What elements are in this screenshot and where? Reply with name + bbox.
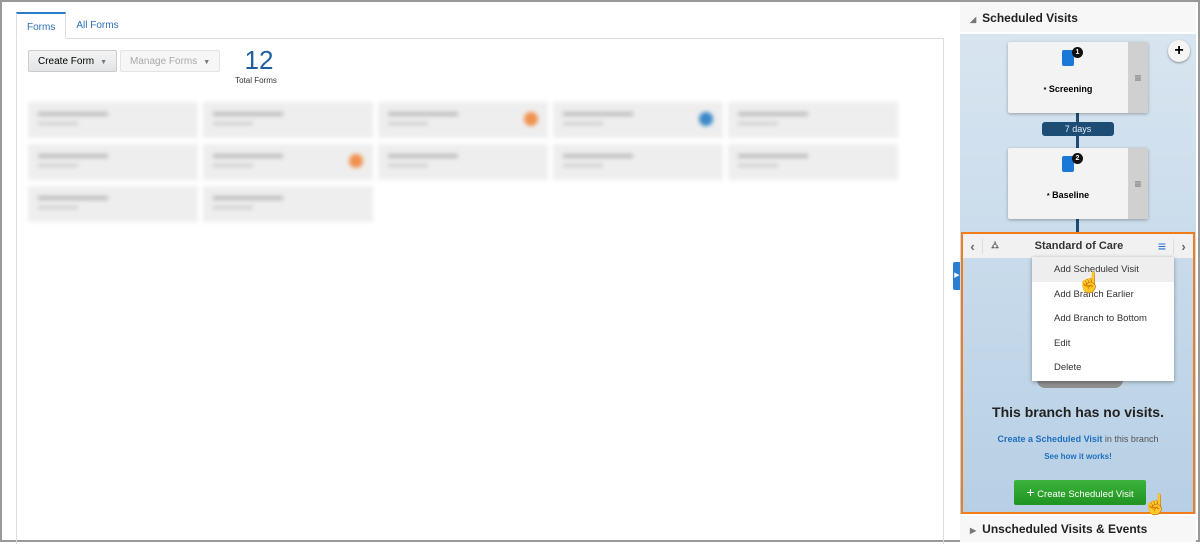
total-forms-label: Total Forms bbox=[235, 76, 277, 85]
form-card[interactable] bbox=[553, 102, 723, 138]
forms-panel: Create Form ▼ Manage Forms ▼ 12 Total Form… bbox=[16, 39, 944, 544]
collapsed-triangle-icon: ▶ bbox=[970, 526, 977, 535]
empty-branch-message: This branch has no visits. Create a Sche… bbox=[963, 404, 1193, 461]
branch-menu-icon[interactable]: ≡ bbox=[1151, 238, 1173, 254]
branch-menu-dropdown: Add Scheduled Visit Add Branch Earlier A… bbox=[1032, 257, 1174, 381]
plus-icon: + bbox=[1026, 484, 1035, 500]
total-forms: 12 Total Forms bbox=[235, 45, 281, 85]
chevron-left-icon[interactable]: ‹ bbox=[963, 238, 983, 254]
form-card[interactable] bbox=[203, 144, 373, 180]
scheduled-visits-panel: ◢ Scheduled Visits + 1 * Screening ≡ 7 da… bbox=[960, 2, 1196, 544]
create-link-suffix: in this branch bbox=[1102, 434, 1159, 444]
menu-item-add-scheduled-visit[interactable]: Add Scheduled Visit bbox=[1032, 257, 1174, 282]
tab-all-forms[interactable]: All Forms bbox=[66, 12, 128, 38]
unscheduled-title: Unscheduled Visits & Events bbox=[982, 522, 1148, 536]
total-forms-count: 12 bbox=[244, 45, 274, 75]
required-marker: * bbox=[1046, 193, 1050, 200]
form-card[interactable] bbox=[28, 186, 198, 222]
add-visit-button[interactable]: + bbox=[1168, 40, 1190, 62]
branch-standard-of-care: ‹ ⛼ Standard of Care ≡ › Add Scheduled V… bbox=[961, 232, 1195, 516]
how-it-works-link[interactable]: See how it works! bbox=[963, 452, 1193, 461]
clipboard-icon: 1 bbox=[1062, 47, 1083, 66]
manage-forms-button[interactable]: Manage Forms ▼ bbox=[120, 50, 221, 72]
form-card[interactable] bbox=[203, 186, 373, 222]
visit-number-badge: 1 bbox=[1072, 47, 1083, 58]
forms-area: Forms All Forms Create Form ▼ Manage Form… bbox=[16, 12, 944, 544]
form-card[interactable] bbox=[553, 144, 723, 180]
manage-forms-label: Manage Forms bbox=[130, 56, 198, 67]
menu-item-edit[interactable]: Edit bbox=[1032, 331, 1174, 356]
scheduled-visits-title: Scheduled Visits bbox=[982, 11, 1078, 25]
hamburger-menu-icon[interactable]: ≡ bbox=[1128, 42, 1148, 113]
required-marker: * bbox=[1043, 87, 1047, 94]
branch-header: ‹ ⛼ Standard of Care ≡ › bbox=[963, 234, 1193, 258]
branch-hierarchy-icon: ⛼ bbox=[991, 239, 999, 251]
caret-down-icon: ▼ bbox=[203, 59, 211, 66]
menu-item-add-branch-earlier[interactable]: Add Branch Earlier bbox=[1032, 282, 1174, 307]
create-form-label: Create Form bbox=[38, 56, 95, 67]
form-card[interactable] bbox=[728, 102, 898, 138]
visit-card-screening[interactable]: 1 * Screening ≡ bbox=[1008, 42, 1148, 113]
caret-down-icon: ▼ bbox=[100, 59, 108, 66]
form-card[interactable] bbox=[28, 144, 198, 180]
menu-item-add-branch-to-bottom[interactable]: Add Branch to Bottom bbox=[1032, 306, 1174, 331]
form-card[interactable] bbox=[728, 144, 898, 180]
form-card[interactable] bbox=[378, 144, 548, 180]
visit-number-badge: 2 bbox=[1072, 153, 1083, 164]
create-button-label: Create Scheduled Visit bbox=[1037, 489, 1134, 500]
hand-cursor-icon: ☝ bbox=[1143, 494, 1168, 516]
hand-cursor-icon: ☝ bbox=[1077, 272, 1102, 294]
clipboard-icon: 2 bbox=[1062, 153, 1083, 172]
menu-item-delete[interactable]: Delete bbox=[1032, 355, 1174, 380]
unscheduled-visits-header[interactable]: ▶ Unscheduled Visits & Events bbox=[960, 516, 1196, 542]
hamburger-menu-icon[interactable]: ≡ bbox=[1128, 148, 1148, 219]
chevron-right-icon[interactable]: › bbox=[1173, 238, 1193, 254]
create-visit-link[interactable]: Create a Scheduled Visit bbox=[998, 434, 1103, 444]
visit-card-baseline[interactable]: 2 * Baseline ≡ bbox=[1008, 148, 1148, 219]
create-form-button[interactable]: Create Form ▼ bbox=[28, 50, 118, 72]
status-dot bbox=[524, 112, 538, 126]
interval-label: 7 days bbox=[1042, 122, 1114, 136]
form-card[interactable] bbox=[28, 102, 198, 138]
create-scheduled-visit-button[interactable]: + Create Scheduled Visit bbox=[1014, 480, 1146, 505]
form-card[interactable] bbox=[378, 102, 548, 138]
empty-title: This branch has no visits. bbox=[992, 404, 1164, 420]
expanded-triangle-icon: ◢ bbox=[970, 15, 977, 24]
scheduled-visits-header[interactable]: ◢ Scheduled Visits bbox=[960, 2, 1196, 32]
form-card[interactable] bbox=[203, 102, 373, 138]
tab-bar: Forms All Forms bbox=[16, 12, 944, 39]
visit-name: Screening bbox=[1048, 84, 1093, 94]
status-dot bbox=[349, 154, 363, 168]
visit-name: Baseline bbox=[1052, 190, 1090, 200]
branch-title: Standard of Care bbox=[1034, 240, 1124, 252]
form-cards-grid bbox=[28, 102, 900, 222]
tab-forms[interactable]: Forms bbox=[16, 12, 67, 39]
status-dot bbox=[699, 112, 713, 126]
